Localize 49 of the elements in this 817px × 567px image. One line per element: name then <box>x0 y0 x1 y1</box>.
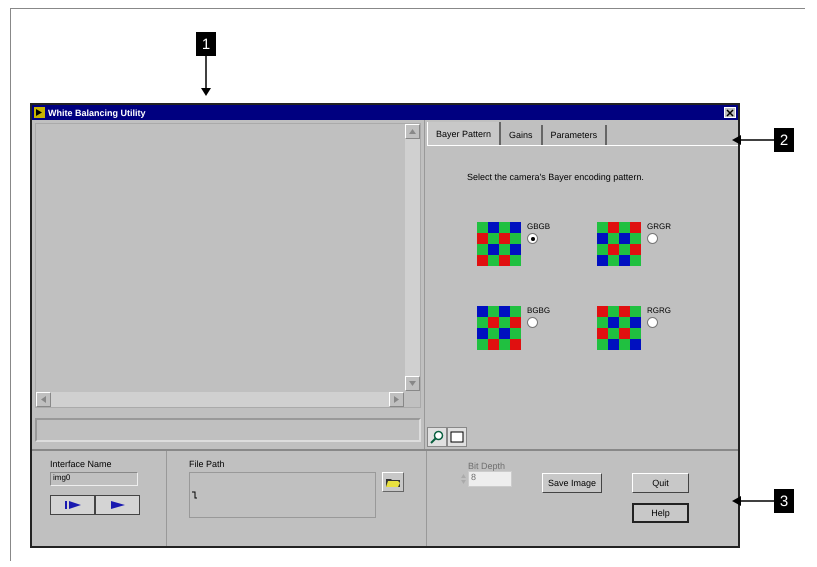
radio-button[interactable] <box>527 233 538 244</box>
bayer-pattern-grid <box>597 222 641 266</box>
help-button[interactable]: Help <box>632 503 690 523</box>
callout-number: 2 <box>774 128 794 152</box>
play-icon <box>110 501 124 509</box>
radio-button[interactable] <box>647 233 658 244</box>
quit-button[interactable]: Quit <box>632 473 690 493</box>
field-label: File Path <box>189 459 226 469</box>
close-icon <box>726 108 734 116</box>
file-path-field[interactable] <box>189 472 376 518</box>
bayer-pattern-grid <box>477 306 521 350</box>
bayer-pattern-grid <box>477 222 521 266</box>
folder-icon <box>386 477 400 487</box>
scroll-down-icon <box>409 381 416 386</box>
radio-label: RGRG <box>647 306 671 315</box>
instruction-text: Select the camera's Bayer encoding pattern. <box>467 172 645 182</box>
interface-name-field[interactable]: img0 <box>50 472 138 486</box>
scroll-left-icon <box>41 396 46 403</box>
vertical-scrollbar[interactable] <box>405 124 420 391</box>
radio-label: GRGR <box>647 222 671 231</box>
field-label: Interface Name <box>50 459 113 469</box>
window-title: White Balancing Utility <box>48 108 146 118</box>
callout-arrow <box>732 496 774 506</box>
magnifier-icon <box>430 430 444 444</box>
app-icon <box>34 107 45 118</box>
skip-icon <box>64 501 80 509</box>
close-button[interactable] <box>724 107 736 118</box>
horizontal-scrollbar[interactable] <box>36 392 404 407</box>
radio-button[interactable] <box>527 317 538 328</box>
radio-label: GBGB <box>527 222 550 231</box>
path-marker-icon <box>192 491 197 499</box>
callout-arrow <box>201 56 211 96</box>
scroll-right-icon <box>394 396 399 403</box>
callout-arrow <box>732 135 774 145</box>
radio-label: BGBG <box>527 306 550 315</box>
previous-button[interactable] <box>50 495 95 515</box>
save-image-button[interactable]: Save Image <box>542 473 602 493</box>
browse-button[interactable] <box>382 472 404 492</box>
rectangle-icon <box>450 431 464 443</box>
select-tool-button[interactable] <box>447 427 467 447</box>
scroll-up-icon <box>409 129 416 134</box>
radio-button[interactable] <box>647 317 658 328</box>
tab[interactable]: Bayer Pattern <box>427 122 502 145</box>
field-label: Bit Depth <box>468 461 506 471</box>
zoom-tool-button[interactable] <box>427 427 447 447</box>
bayer-pattern-grid <box>597 306 641 350</box>
callout-number: 3 <box>774 489 794 513</box>
next-button[interactable] <box>95 495 140 515</box>
callout-number: 1 <box>196 32 216 56</box>
